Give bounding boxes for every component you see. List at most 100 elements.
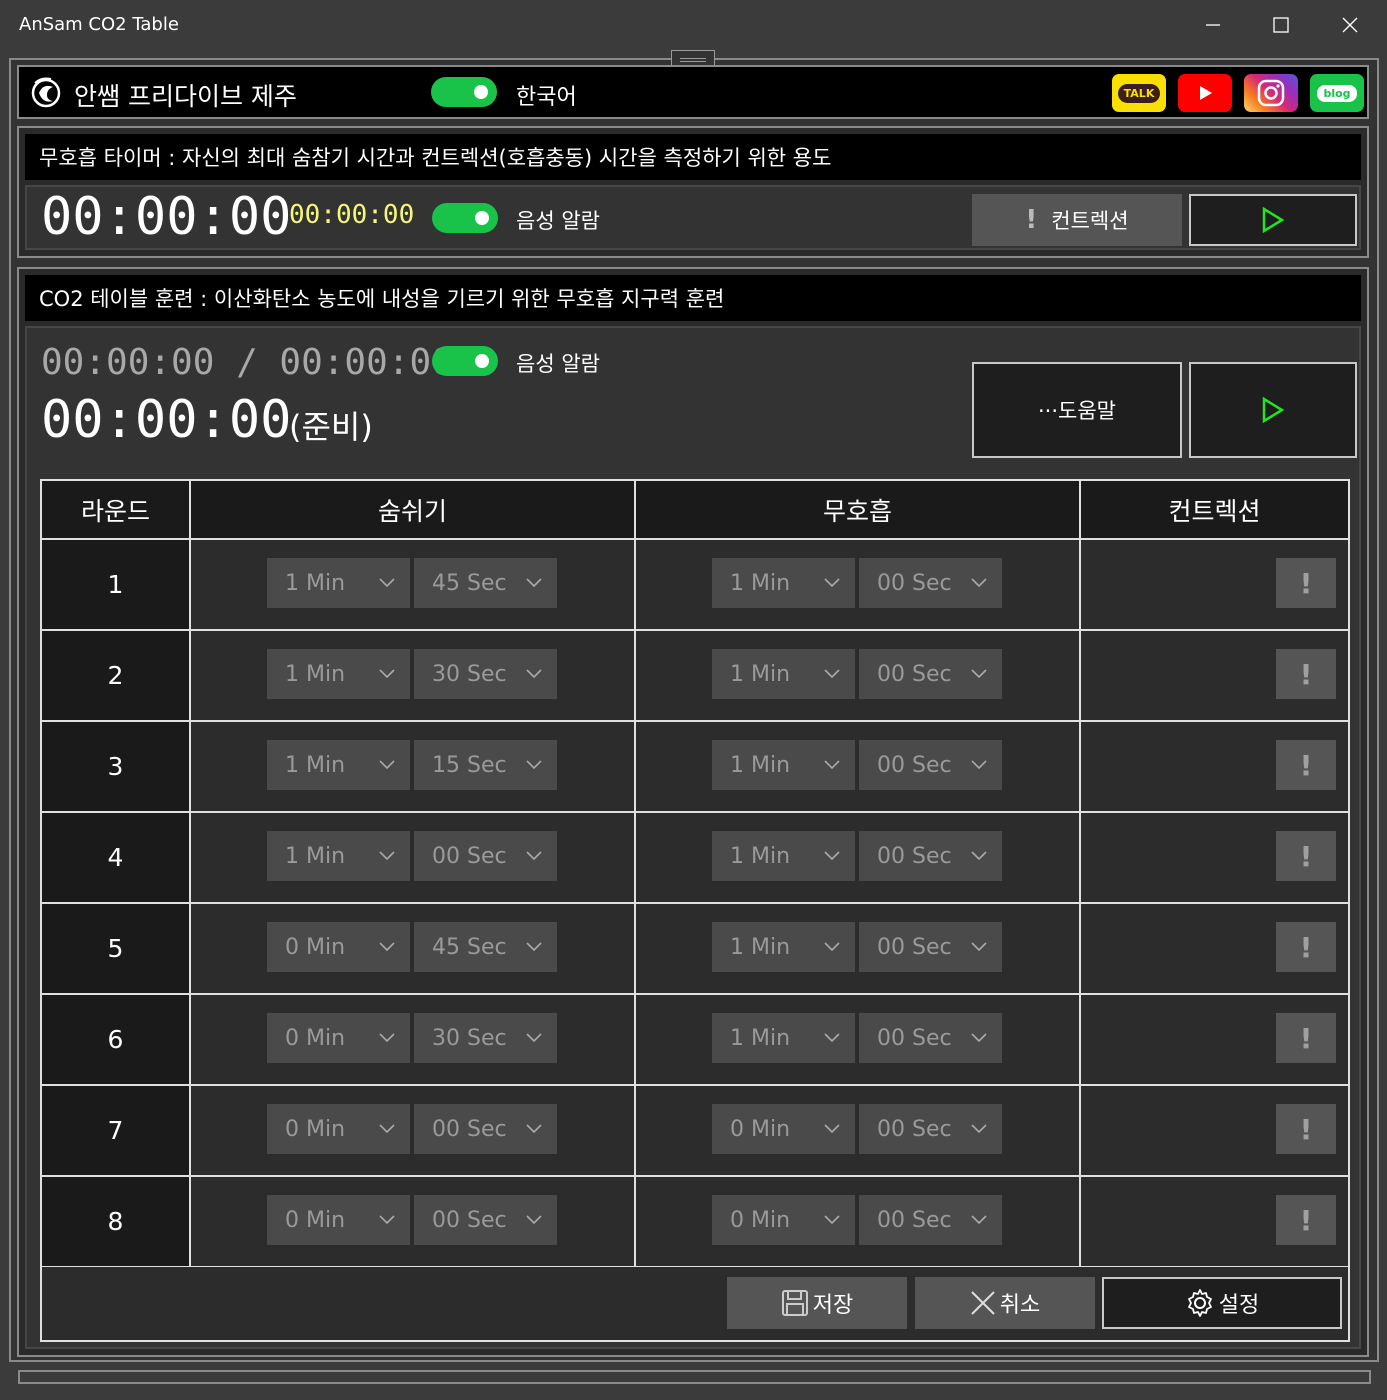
table-row: 1 1 Min 45 Sec 1 Min 00 Sec! — [42, 540, 1348, 631]
hold-sec-dropdown[interactable]: 00 Sec — [859, 649, 1002, 699]
hold-sec-value: 00 Sec — [877, 843, 952, 869]
contraction-mark-button[interactable]: ! — [1276, 740, 1336, 790]
table-row: 4 1 Min 00 Sec 1 Min 00 Sec! — [42, 813, 1348, 904]
close-button[interactable] — [1317, 0, 1383, 50]
breathe-min-dropdown[interactable]: 1 Min — [267, 831, 410, 881]
header-contraction: 컨트렉션 — [1081, 481, 1348, 540]
hold-min-dropdown[interactable]: 1 Min — [712, 922, 855, 972]
kakaotalk-button[interactable]: TALK — [1112, 74, 1166, 112]
chevron-down-icon — [824, 1033, 840, 1043]
co2-play-button[interactable] — [1189, 362, 1357, 458]
hold-sec-dropdown[interactable]: 00 Sec — [859, 922, 1002, 972]
chevron-down-icon — [526, 1124, 542, 1134]
youtube-button[interactable] — [1178, 74, 1232, 112]
breathe-sec-dropdown[interactable]: 15 Sec — [414, 740, 557, 790]
contraction-mark-button[interactable]: ! — [1276, 1195, 1336, 1245]
youtube-icon — [1200, 86, 1212, 100]
hold-sec-dropdown[interactable]: 00 Sec — [859, 1104, 1002, 1154]
chevron-down-icon — [379, 1215, 395, 1225]
chevron-down-icon — [526, 1033, 542, 1043]
hold-min-dropdown[interactable]: 1 Min — [712, 649, 855, 699]
blog-button[interactable]: blog — [1310, 74, 1364, 112]
contraction-mark-button[interactable]: ! — [1276, 558, 1336, 608]
breathe-sec-dropdown[interactable]: 30 Sec — [414, 649, 557, 699]
language-toggle[interactable] — [431, 77, 497, 107]
hold-min-value: 1 Min — [730, 570, 791, 596]
round-number: 3 — [42, 722, 191, 811]
chevron-down-icon — [379, 1124, 395, 1134]
hold-sec-dropdown[interactable]: 00 Sec — [859, 1013, 1002, 1063]
window-title: AnSam CO2 Table — [19, 14, 179, 35]
breathe-sec-dropdown[interactable]: 45 Sec — [414, 558, 557, 608]
breathe-min-dropdown[interactable]: 1 Min — [267, 649, 410, 699]
chevron-down-icon — [379, 942, 395, 952]
hold-sec-dropdown[interactable]: 00 Sec — [859, 558, 1002, 608]
hold-sec-dropdown[interactable]: 00 Sec — [859, 831, 1002, 881]
chevron-down-icon — [971, 1215, 987, 1225]
timer-voice-alarm-toggle[interactable] — [432, 203, 498, 233]
cancel-button[interactable]: 취소 — [915, 1277, 1095, 1329]
chevron-down-icon — [824, 669, 840, 679]
contraction-mark-button[interactable]: ! — [1276, 831, 1336, 881]
instagram-button[interactable] — [1244, 74, 1298, 112]
hold-sec-value: 00 Sec — [877, 1116, 952, 1142]
hold-min-value: 1 Min — [730, 843, 791, 869]
maximize-button[interactable] — [1248, 0, 1314, 50]
timer-play-button[interactable] — [1189, 194, 1357, 246]
kakaotalk-icon: TALK — [1117, 83, 1161, 103]
help-button[interactable]: ···도움말 — [972, 362, 1182, 458]
hold-min-dropdown[interactable]: 1 Min — [712, 740, 855, 790]
breathe-sec-dropdown[interactable]: 30 Sec — [414, 1013, 557, 1063]
breathe-sec-dropdown[interactable]: 00 Sec — [414, 1104, 557, 1154]
breathe-sec-value: 00 Sec — [432, 1116, 507, 1142]
save-button[interactable]: 저장 — [727, 1277, 907, 1329]
contraction-button-label: 컨트렉션 — [1051, 209, 1129, 233]
hold-min-value: 0 Min — [730, 1207, 791, 1233]
settings-label: 설정 — [1218, 1293, 1260, 1318]
hold-min-dropdown[interactable]: 1 Min — [712, 558, 855, 608]
breathe-min-dropdown[interactable]: 1 Min — [267, 740, 410, 790]
breathe-sec-dropdown[interactable]: 00 Sec — [414, 831, 557, 881]
breathe-sec-dropdown[interactable]: 00 Sec — [414, 1195, 557, 1245]
header-hold: 무호흡 — [636, 481, 1081, 540]
app-window: AnSam CO2 Table 안쌤 프리다이브 제주 한국어 TALK blo… — [0, 0, 1387, 1400]
breathe-min-dropdown[interactable]: 0 Min — [267, 1195, 410, 1245]
contraction-mark-button[interactable]: ! — [1276, 922, 1336, 972]
settings-button[interactable]: 설정 — [1102, 1277, 1342, 1329]
breathe-min-value: 1 Min — [285, 752, 346, 778]
breathe-cell: 0 Min 45 Sec — [191, 904, 636, 993]
round-number: 5 — [42, 904, 191, 993]
hold-sec-dropdown[interactable]: 00 Sec — [859, 740, 1002, 790]
breathe-min-dropdown[interactable]: 0 Min — [267, 1104, 410, 1154]
breathe-min-dropdown[interactable]: 0 Min — [267, 922, 410, 972]
breathe-sec-dropdown[interactable]: 45 Sec — [414, 922, 557, 972]
contraction-button[interactable]: ! 컨트렉션 — [972, 194, 1182, 246]
close-icon — [971, 1291, 995, 1315]
app-name: 안쌤 프리다이브 제주 — [74, 82, 297, 111]
breathe-cell: 1 Min 45 Sec — [191, 540, 636, 629]
hold-min-dropdown[interactable]: 1 Min — [712, 831, 855, 881]
contraction-mark-button[interactable]: ! — [1276, 1104, 1336, 1154]
contraction-mark-button[interactable]: ! — [1276, 649, 1336, 699]
hold-min-dropdown[interactable]: 0 Min — [712, 1104, 855, 1154]
breathe-min-dropdown[interactable]: 1 Min — [267, 558, 410, 608]
chevron-down-icon — [824, 1124, 840, 1134]
floppy-disk-icon — [781, 1290, 808, 1316]
breathe-min-dropdown[interactable]: 0 Min — [267, 1013, 410, 1063]
hold-sec-dropdown[interactable]: 00 Sec — [859, 1195, 1002, 1245]
hold-sec-value: 00 Sec — [877, 934, 952, 960]
co2-voice-alarm-toggle[interactable] — [432, 346, 498, 376]
contraction-mark-button[interactable]: ! — [1276, 1013, 1336, 1063]
app-header: 안쌤 프리다이브 제주 한국어 TALK blog — [17, 65, 1369, 119]
breathe-min-value: 0 Min — [285, 1207, 346, 1233]
breathe-cell: 1 Min 30 Sec — [191, 631, 636, 720]
minimize-button[interactable] — [1180, 0, 1246, 50]
timer-main-time: 00:00:00 — [41, 187, 292, 247]
dragon-logo-icon — [31, 77, 61, 108]
hold-min-dropdown[interactable]: 0 Min — [712, 1195, 855, 1245]
instagram-icon — [1257, 79, 1285, 107]
hold-min-dropdown[interactable]: 1 Min — [712, 1013, 855, 1063]
contraction-cell: ! — [1081, 995, 1348, 1084]
hold-cell: 0 Min 00 Sec — [636, 1177, 1081, 1266]
chevron-down-icon — [971, 942, 987, 952]
